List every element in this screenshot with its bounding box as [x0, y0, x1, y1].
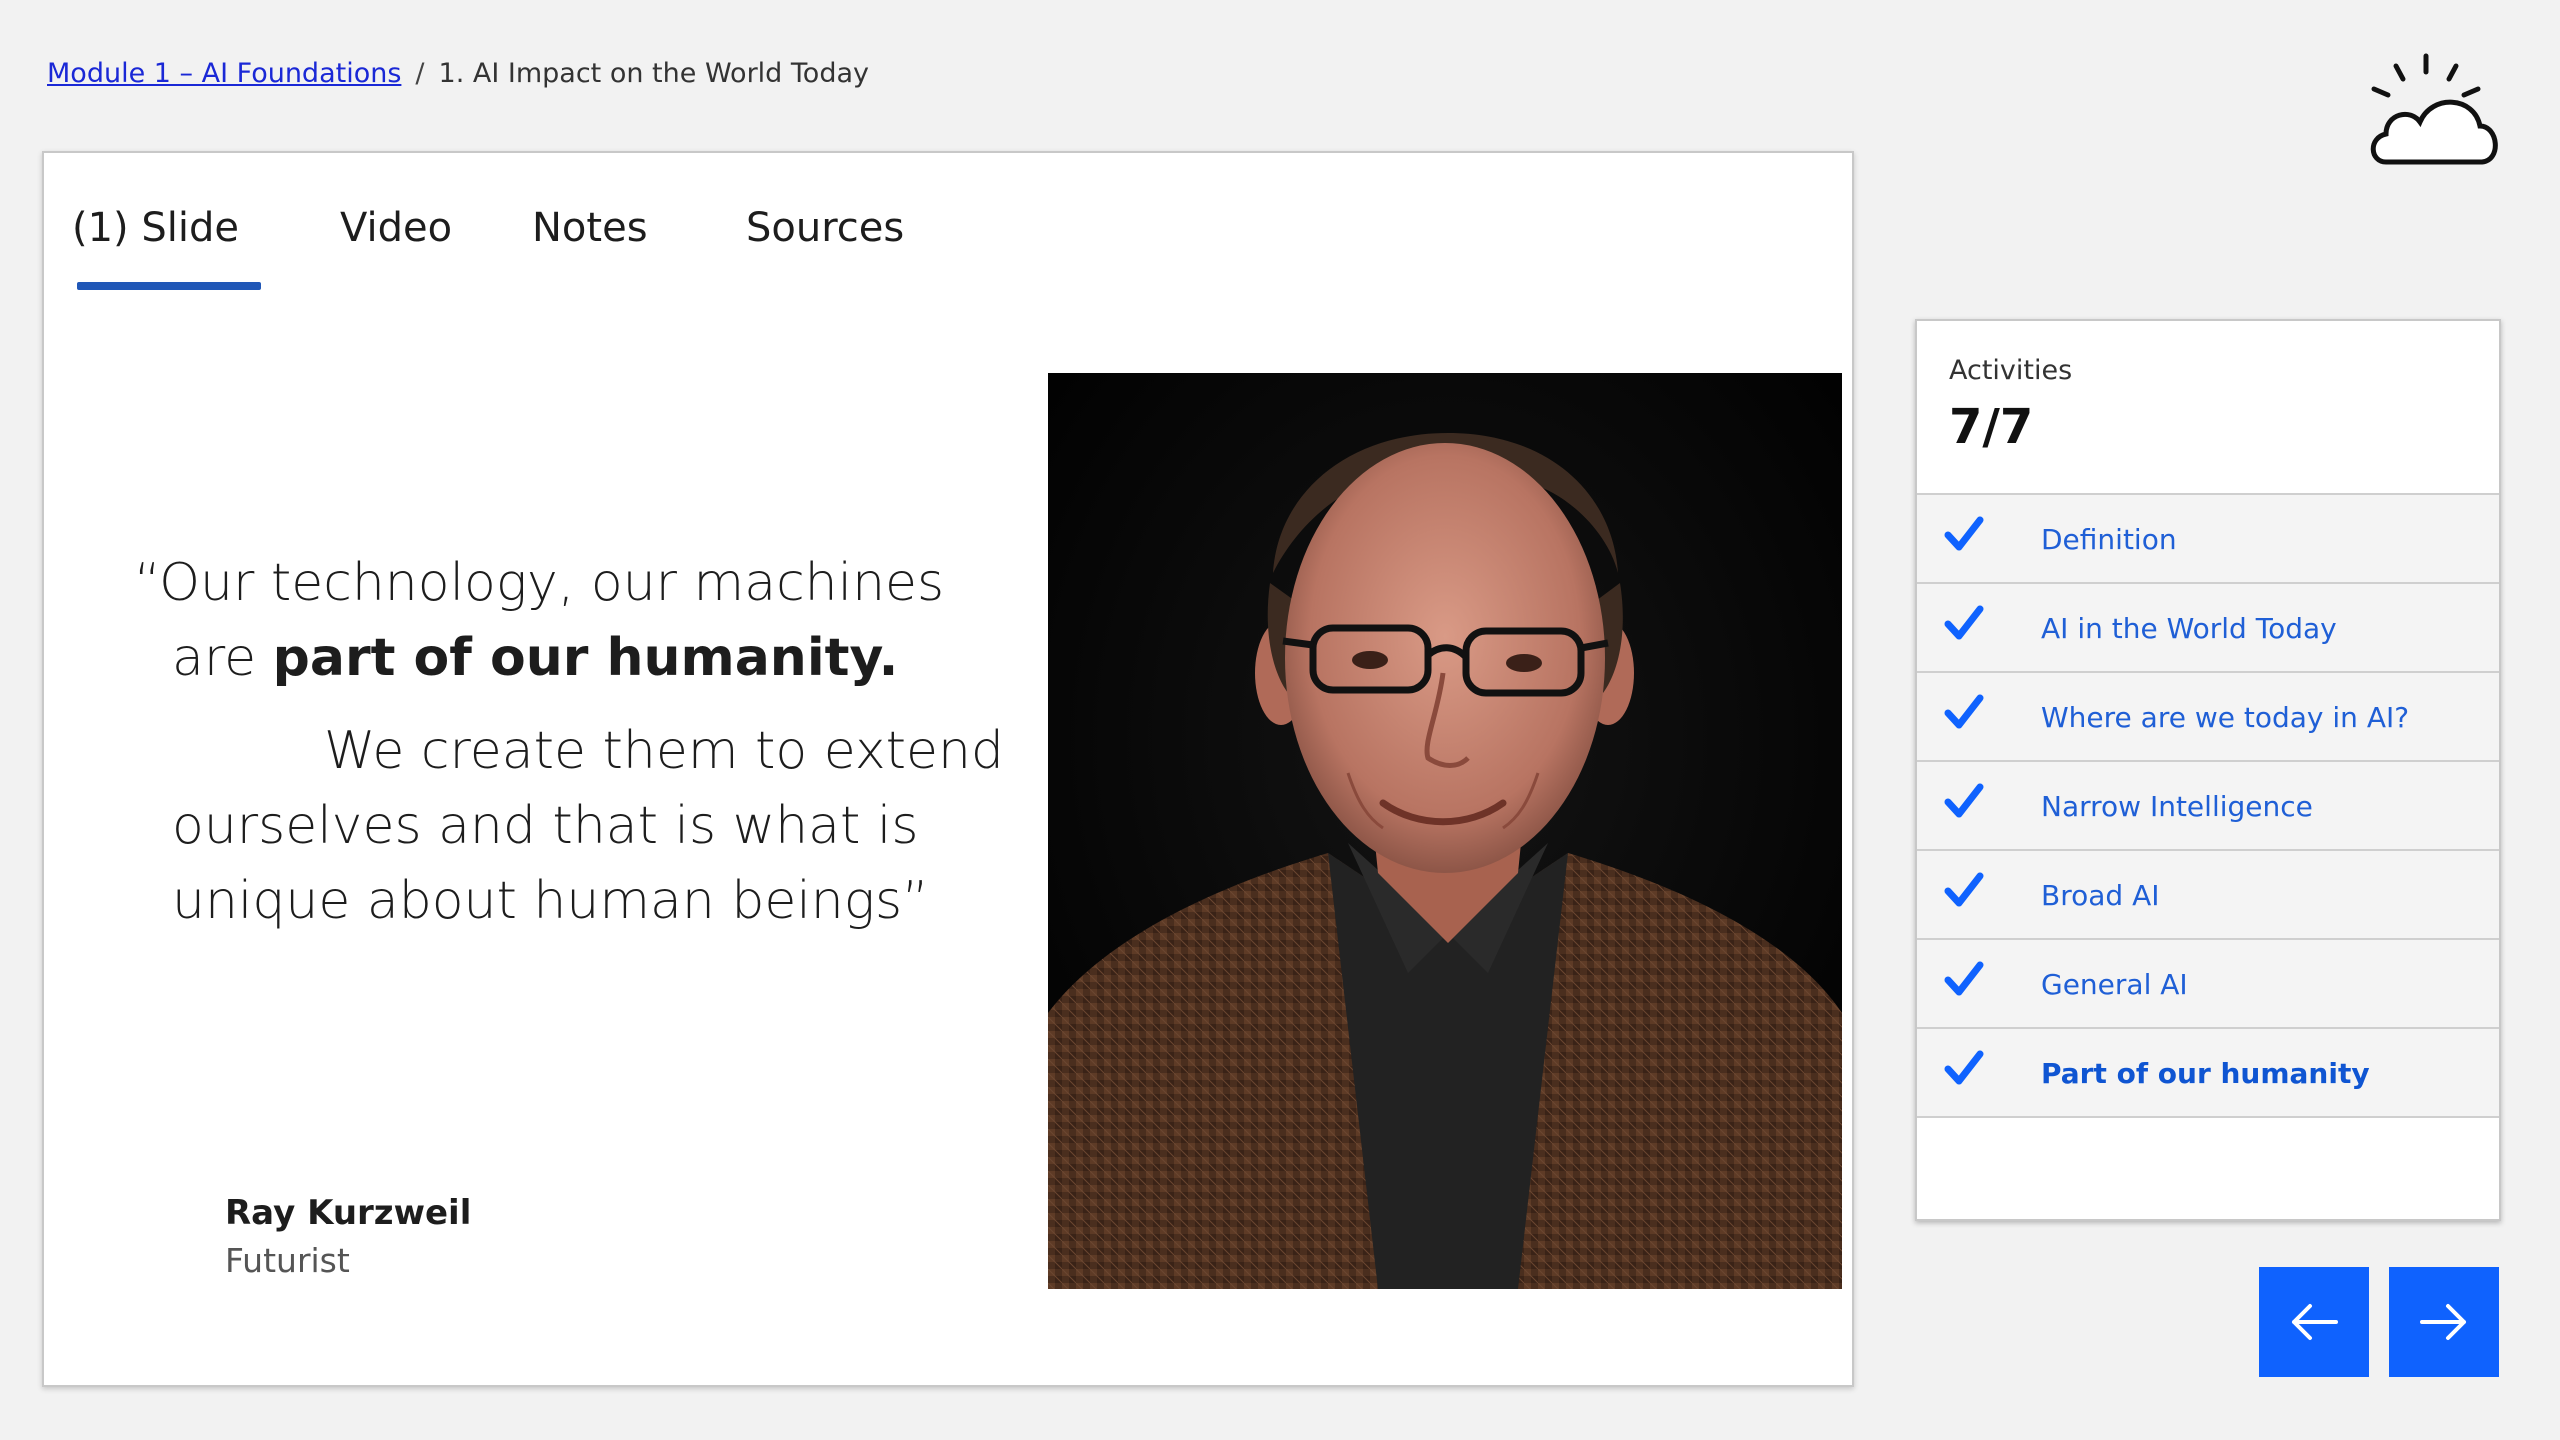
activities-panel: Activities 7/7 Definition AI in the Worl… [1915, 319, 2501, 1221]
active-tab-indicator [77, 282, 261, 290]
content-card: (1) Slide Video Notes Sources “Our techn… [42, 151, 1854, 1387]
breadcrumb-parent-link[interactable]: Module 1 – AI Foundations [47, 58, 401, 89]
previous-button[interactable] [2259, 1267, 2369, 1377]
activity-item-broad-ai[interactable]: Broad AI [1917, 851, 2499, 940]
arrow-left-icon [2292, 1304, 2338, 1340]
activity-item-ai-world-today[interactable]: AI in the World Today [1917, 584, 2499, 673]
quote-line: We create them to extend [324, 721, 1004, 781]
tab-sources[interactable]: Sources [746, 205, 904, 251]
checkmark-icon [1944, 1050, 1984, 1085]
activities-header: Activities 7/7 [1917, 321, 2499, 495]
tab-notes[interactable]: Notes [532, 205, 648, 251]
quote-line: “Our technology, our machines [134, 553, 945, 613]
activities-label: Activities [1949, 355, 2073, 386]
activity-label: Definition [2041, 523, 2177, 556]
activity-label: Where are we today in AI? [2041, 701, 2410, 734]
sun-cloud-icon [2370, 53, 2498, 165]
activity-label: Narrow Intelligence [2041, 790, 2313, 823]
quote-line: unique about human beings” [172, 871, 929, 931]
breadcrumb-current: 1. AI Impact on the World Today [438, 58, 869, 89]
activity-label: AI in the World Today [2041, 612, 2337, 645]
activity-label: General AI [2041, 968, 2188, 1001]
activity-item-narrow-intelligence[interactable]: Narrow Intelligence [1917, 762, 2499, 851]
activities-count: 7/7 [1949, 399, 2034, 455]
checkmark-icon [1944, 872, 1984, 907]
quote-line: are part of our humanity. [134, 621, 1054, 696]
tab-slide[interactable]: (1) Slide [72, 205, 239, 251]
activity-item-part-of-humanity[interactable]: Part of our humanity [1917, 1029, 2499, 1118]
tab-bar: (1) Slide Video Notes Sources [44, 153, 1852, 293]
checkmark-icon [1944, 605, 1984, 640]
checkmark-icon [1944, 783, 1984, 818]
activity-label: Broad AI [2041, 879, 2160, 912]
tab-video[interactable]: Video [340, 205, 452, 251]
quote-emphasis: part of our humanity. [272, 628, 899, 688]
checkmark-icon [1944, 694, 1984, 729]
breadcrumb-separator: / [415, 58, 425, 89]
activity-item-general-ai[interactable]: General AI [1917, 940, 2499, 1029]
portrait-photo [1048, 373, 1842, 1289]
quote-author: Ray Kurzweil Futurist [225, 1193, 471, 1280]
quote-text: are [172, 628, 273, 688]
breadcrumb: Module 1 – AI Foundations / 1. AI Impact… [47, 58, 869, 89]
author-name: Ray Kurzweil [225, 1193, 472, 1233]
slide-quote: “Our technology, our machines are part o… [134, 546, 1054, 939]
checkmark-icon [1944, 516, 1984, 551]
activity-item-definition[interactable]: Definition [1917, 495, 2499, 584]
quote-line: ourselves and that is what is [172, 796, 919, 856]
activity-label: Part of our humanity [2041, 1057, 2370, 1090]
author-role: Futurist [225, 1241, 350, 1280]
activity-item-where-today[interactable]: Where are we today in AI? [1917, 673, 2499, 762]
checkmark-icon [1944, 961, 1984, 996]
next-button[interactable] [2389, 1267, 2499, 1377]
arrow-right-icon [2420, 1304, 2466, 1340]
